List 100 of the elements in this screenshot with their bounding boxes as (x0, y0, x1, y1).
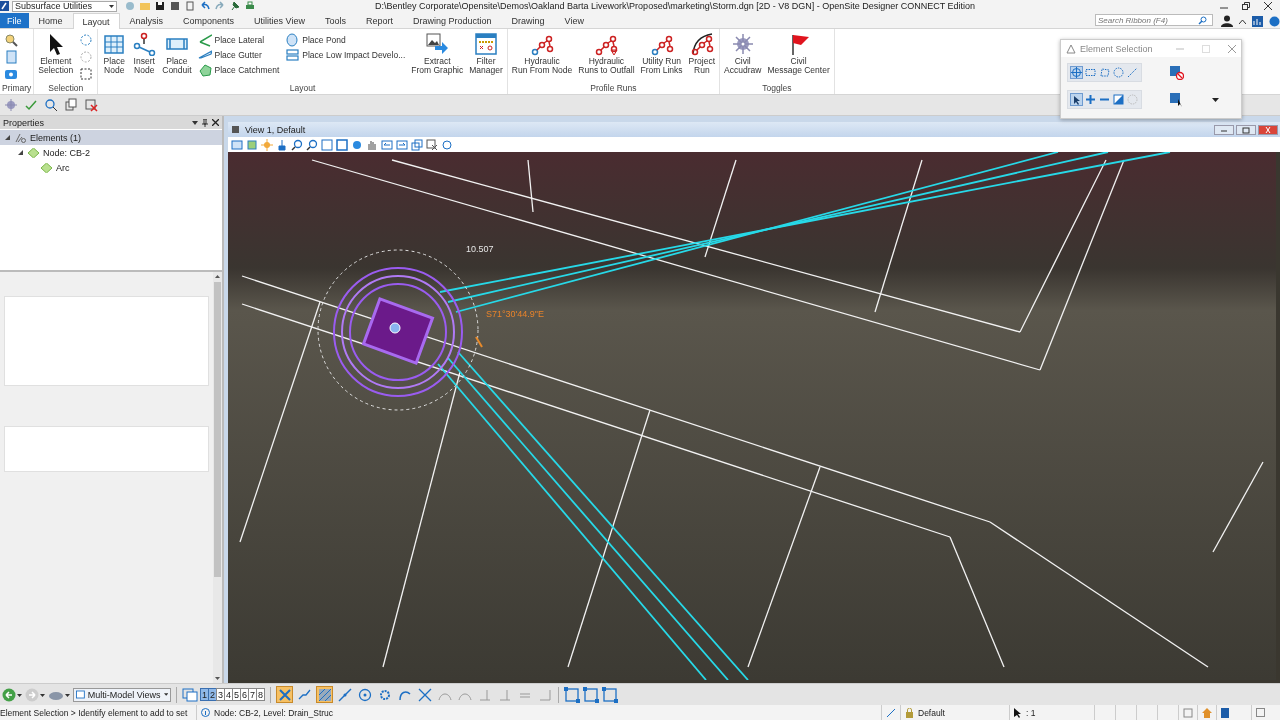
ribbon-button[interactable]: Place Low Impact Develo... (283, 48, 408, 62)
ribbon-button[interactable]: Extract From Graphic (409, 32, 466, 75)
selection-mode-button[interactable] (1112, 93, 1125, 106)
select-all-icon[interactable] (1170, 92, 1184, 107)
ribbon-button[interactable]: Civil Accudraw (722, 32, 764, 75)
ribbon-button[interactable]: Place Node (100, 32, 129, 75)
expand-caret-icon[interactable] (1212, 97, 1219, 102)
display-style-icon[interactable] (246, 138, 258, 151)
zoom-in-icon[interactable] (291, 138, 303, 151)
snap-toggle[interactable] (276, 686, 293, 703)
minimize-icon[interactable] (1214, 124, 1234, 135)
workspace-dropdown[interactable]: Subsurface Utilities (12, 0, 117, 12)
chart-icon[interactable] (1252, 15, 1263, 27)
selection-method-button[interactable] (1126, 66, 1139, 79)
ribbon-button[interactable]: Place Gutter (195, 48, 282, 62)
line-tool-icon[interactable] (886, 707, 896, 718)
ribbon-tab[interactable]: File (0, 13, 29, 28)
view-attributes-icon[interactable] (231, 138, 243, 151)
user-icon[interactable] (1221, 15, 1233, 27)
restore-icon[interactable] (1242, 2, 1250, 10)
ribbon-tab[interactable]: Drawing Production (403, 13, 502, 28)
scrollbar[interactable] (213, 272, 222, 683)
window-icon[interactable] (1256, 708, 1265, 717)
dropdown-caret-icon[interactable] (192, 120, 198, 125)
fence-icon[interactable] (564, 686, 580, 703)
pin-icon[interactable] (202, 118, 208, 127)
ribbon-button[interactable]: Element Selection (36, 32, 76, 75)
zoom-out-icon[interactable] (306, 138, 318, 151)
selection-mode-button[interactable] (1070, 93, 1083, 106)
snap-toggle[interactable] (316, 686, 333, 703)
gear-star-icon[interactable] (4, 98, 18, 112)
ribbon-tab[interactable]: Analysis (119, 13, 174, 28)
ribbon-button[interactable]: Hydraulic Run From Node (509, 32, 575, 75)
expanded-triangle-icon[interactable] (17, 150, 23, 155)
save-icon[interactable] (155, 1, 165, 11)
fence-icon[interactable] (583, 686, 599, 703)
ribbon-button[interactable]: Place Conduit (160, 32, 194, 75)
model-dropdown[interactable]: Multi-Model Views (73, 687, 171, 702)
previous-view-icon[interactable] (381, 138, 393, 151)
redo-icon[interactable] (215, 1, 225, 11)
ribbon-button[interactable]: Place Catchment (195, 63, 282, 77)
fit-view-icon[interactable] (336, 138, 348, 151)
checkmark-icon[interactable] (24, 98, 38, 112)
selection-method-button[interactable] (1070, 66, 1083, 79)
undo-icon[interactable] (200, 1, 210, 11)
brush-icon[interactable] (276, 138, 288, 151)
selection-method-button[interactable] (1098, 66, 1111, 79)
selection-mode-button[interactable] (1084, 93, 1097, 106)
ribbon-button[interactable]: Hydraulic Runs to Outfall (576, 32, 637, 75)
snap-toggle[interactable] (356, 686, 373, 703)
clip-view-icon[interactable] (426, 138, 438, 151)
ribbon-button[interactable]: Civil Message Center (765, 32, 832, 75)
zoom-cut-icon[interactable] (44, 98, 58, 112)
home-icon[interactable] (1202, 707, 1212, 718)
ribbon-button[interactable]: Insert Node (130, 32, 159, 75)
ribbon-button[interactable]: Place Lateral (195, 33, 282, 47)
dashed-square-icon[interactable] (79, 67, 94, 81)
copy-view-icon[interactable] (411, 138, 423, 151)
view-groups-icon[interactable] (182, 687, 198, 702)
ribbon-button[interactable]: Utility Run From Links (638, 32, 685, 75)
clear-selection-icon[interactable] (84, 98, 98, 112)
ribbon-button[interactable]: Place Pond (283, 33, 408, 47)
ribbon-tab[interactable]: Utilities View (244, 13, 315, 28)
collapse-caret-icon[interactable] (1239, 18, 1246, 24)
back-arrow-icon[interactable] (2, 687, 22, 702)
expanded-triangle-icon[interactable] (4, 135, 10, 140)
pin-icon[interactable] (230, 1, 240, 11)
snap-toggle[interactable] (336, 686, 353, 703)
ribbon-tab[interactable]: Layout (72, 13, 120, 29)
magnifier-icon[interactable] (4, 33, 18, 47)
tree-item[interactable]: Arc (0, 160, 222, 175)
tree-item[interactable]: Node: CB-2 (0, 145, 222, 160)
tree-item[interactable]: Elements (1) (0, 130, 222, 145)
ribbon-tab[interactable]: Tools (314, 13, 356, 28)
ribbon-tab[interactable]: Report (356, 13, 403, 28)
lock-icon[interactable] (905, 707, 914, 718)
printer-icon[interactable] (245, 1, 255, 11)
clear-selection-icon[interactable] (1170, 65, 1184, 80)
dashed-circle-icon[interactable] (79, 33, 94, 47)
selection-method-button[interactable] (1112, 66, 1125, 79)
ribbon-tab[interactable]: Home (28, 13, 73, 28)
screen-icon[interactable] (4, 67, 18, 81)
window-area-icon[interactable] (321, 138, 333, 151)
close-icon[interactable] (1264, 2, 1272, 10)
close-icon[interactable] (212, 119, 219, 126)
ribbon-button[interactable]: Filter Manager (467, 32, 505, 75)
next-view-icon[interactable] (396, 138, 408, 151)
scroll-icon[interactable] (1183, 707, 1193, 718)
view-toggle[interactable]: 8 (256, 688, 265, 701)
ribbon-button[interactable]: Project Run (686, 32, 718, 75)
info-icon[interactable] (201, 707, 210, 718)
copy-boxes-icon[interactable] (64, 98, 78, 112)
ribbon-tab[interactable]: Components (173, 13, 245, 28)
selection-method-button[interactable] (1084, 66, 1097, 79)
ribbon-tab[interactable]: View (554, 13, 594, 28)
forward-arrow-icon[interactable] (25, 687, 45, 702)
ribbon-tab[interactable]: Drawing (501, 13, 555, 28)
snap-toggle[interactable] (416, 686, 433, 703)
fence-icon[interactable] (602, 686, 618, 703)
search-field[interactable]: Search Ribbon (F4) (1095, 14, 1213, 26)
